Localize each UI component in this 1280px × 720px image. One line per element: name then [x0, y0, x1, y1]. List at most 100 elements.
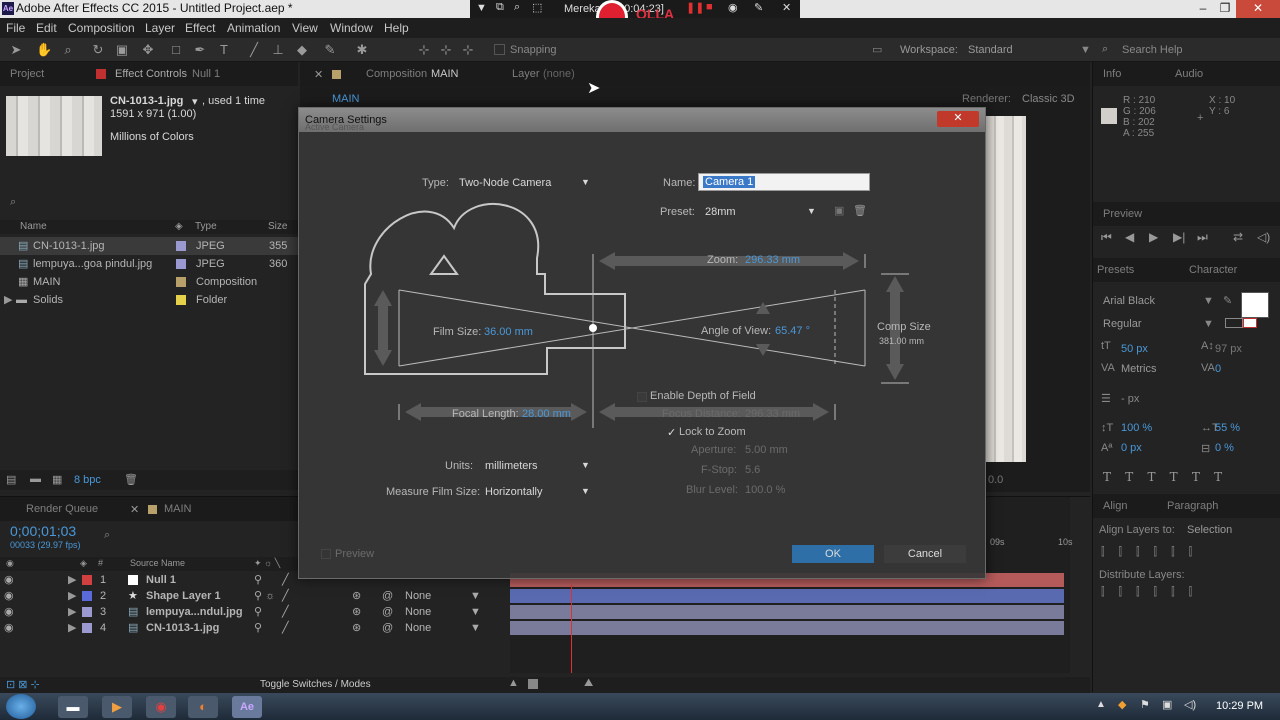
next-frame-icon[interactable]: ▶|: [1173, 230, 1185, 244]
col-name[interactable]: Name: [20, 221, 47, 232]
tab-presets[interactable]: Presets: [1097, 264, 1134, 276]
local-axis-icon[interactable]: ⊹: [416, 42, 432, 58]
zoom-tool-icon[interactable]: ⌕: [60, 42, 76, 58]
menu-composition[interactable]: Composition: [68, 21, 135, 35]
font-size-value[interactable]: 50 px: [1121, 343, 1148, 355]
interpret-footage-icon[interactable]: ▤: [6, 473, 16, 486]
parent-pickwhip-icon[interactable]: @: [382, 619, 393, 637]
play-icon[interactable]: ▶: [1149, 230, 1158, 244]
selection-tool-icon[interactable]: ➤: [8, 42, 24, 58]
pen-icon[interactable]: ✎: [754, 1, 763, 14]
film-size-value[interactable]: 36.00 mm: [484, 326, 533, 338]
dof-checkbox[interactable]: [637, 392, 647, 402]
col-size[interactable]: Size: [268, 221, 287, 232]
dropdown-icon[interactable]: ▼: [476, 2, 487, 14]
last-frame-icon[interactable]: ⏭: [1197, 230, 1208, 245]
list-item[interactable]: ▤ CN-1013-1.jpg JPEG 355: [0, 237, 298, 255]
name-input[interactable]: Camera 1: [698, 173, 870, 191]
footer-icons[interactable]: ⊡ ⊠ ⊹: [6, 678, 40, 691]
tab-main[interactable]: MAIN: [164, 503, 192, 515]
window-icon[interactable]: ⧉: [496, 1, 504, 14]
stop-icon[interactable]: ■: [706, 1, 713, 13]
no-stroke-icon[interactable]: [1243, 318, 1257, 328]
tab-layer[interactable]: Layer: [512, 68, 540, 80]
tsume-value[interactable]: 0 %: [1215, 442, 1234, 454]
tab-render-queue[interactable]: Render Queue: [26, 503, 98, 515]
first-frame-icon[interactable]: ⏮: [1101, 230, 1112, 245]
quality-icon[interactable]: ╱: [282, 619, 289, 637]
chevron-down-icon[interactable]: ▼: [470, 619, 481, 637]
tab-audio[interactable]: Audio: [1175, 68, 1203, 80]
media-player-icon[interactable]: ▶: [102, 696, 132, 718]
fill-color-swatch[interactable]: [1241, 292, 1269, 318]
toggle-switches-modes[interactable]: Toggle Switches / Modes: [260, 679, 371, 690]
layer-bar-image-3[interactable]: [510, 605, 1064, 619]
3d-layer-icon[interactable]: ⊛: [352, 619, 361, 637]
eyedropper-icon[interactable]: ✎: [1223, 294, 1232, 307]
angle-of-view-value[interactable]: 65.47 °: [775, 325, 810, 337]
tray-expand-icon[interactable]: ▲: [1096, 699, 1106, 710]
recorder-close-icon[interactable]: ✕: [782, 1, 791, 14]
stroke-color-swatch[interactable]: [1225, 318, 1243, 328]
audio-icon[interactable]: ◁): [1257, 230, 1270, 244]
pan-behind-tool-icon[interactable]: ✥: [140, 42, 156, 58]
menu-layer[interactable]: Layer: [145, 21, 175, 35]
chevron-down-icon[interactable]: ▼: [581, 460, 590, 470]
preview-checkbox[interactable]: [321, 549, 331, 559]
col-type[interactable]: Type: [195, 221, 217, 232]
pause-icon[interactable]: ❚❚: [686, 1, 704, 14]
tab-info[interactable]: Info: [1103, 68, 1121, 80]
tab-paragraph[interactable]: Paragraph: [1167, 500, 1218, 512]
chevron-down-icon[interactable]: ▼: [1203, 318, 1214, 330]
camera-icon[interactable]: ◉: [728, 1, 738, 14]
vertical-scale-value[interactable]: 100 %: [1121, 422, 1152, 434]
distribute-buttons[interactable]: ⫿⫿⫿⫿⫿⫿: [1101, 586, 1206, 599]
volume-icon[interactable]: ◁): [1184, 698, 1196, 711]
chevron-down-icon[interactable]: ▼: [1080, 44, 1091, 56]
brush-tool-icon[interactable]: ╱: [246, 42, 262, 58]
zoom-in-icon[interactable]: ⛰: [584, 677, 593, 690]
workspace-select[interactable]: Standard: [968, 44, 1013, 56]
crop-icon[interactable]: ⬚: [532, 1, 542, 14]
eye-icon[interactable]: ◉: [4, 619, 14, 637]
chevron-down-icon[interactable]: ▼: [581, 177, 590, 187]
bpc-label[interactable]: 8 bpc: [74, 474, 101, 486]
menu-edit[interactable]: Edit: [36, 21, 57, 35]
table-row[interactable]: ◉ ▶ 4 ▤ CN-1013-1.jpg ⚲ ╱ ⊛ @ None ▼: [0, 619, 505, 637]
layer-bar-image-4[interactable]: [510, 621, 1064, 635]
puppet-tool-icon[interactable]: ✱: [354, 42, 370, 58]
search-icon[interactable]: ⌕: [104, 529, 110, 542]
current-timecode[interactable]: 0;00;01;03: [10, 523, 76, 539]
new-comp-icon[interactable]: ▦: [52, 473, 62, 486]
shy-icon[interactable]: ⚲: [254, 619, 262, 637]
leading-value[interactable]: 97 px: [1215, 343, 1242, 355]
tab-preview[interactable]: Preview: [1103, 208, 1142, 220]
align-buttons[interactable]: ⫿⫿⫿⫿⫿⫿: [1101, 546, 1206, 559]
tracking-value[interactable]: 0: [1215, 363, 1221, 375]
maximize-button[interactable]: ❐: [1212, 0, 1238, 18]
menu-window[interactable]: Window: [330, 21, 373, 35]
menu-file[interactable]: File: [6, 21, 25, 35]
parent-select[interactable]: None: [405, 619, 431, 637]
cancel-button[interactable]: Cancel: [884, 545, 966, 563]
search-help-input[interactable]: Search Help: [1122, 44, 1183, 56]
chevron-down-icon[interactable]: ▼: [581, 486, 590, 496]
type-tool-icon[interactable]: T: [216, 42, 232, 58]
explorer-icon[interactable]: ▬: [58, 696, 88, 718]
text-style-buttons[interactable]: TTTTTT: [1103, 470, 1236, 484]
network-icon[interactable]: ▣: [1162, 698, 1172, 711]
font-family-select[interactable]: Arial Black: [1103, 295, 1155, 307]
view-axis-icon[interactable]: ⊹: [460, 42, 476, 58]
menu-help[interactable]: Help: [384, 21, 409, 35]
renderer-value[interactable]: Classic 3D: [1022, 93, 1075, 105]
tab-align[interactable]: Align: [1103, 500, 1127, 512]
expand-arrow-icon[interactable]: ▶: [4, 291, 12, 309]
breadcrumb[interactable]: MAIN: [332, 93, 360, 105]
tab-effect-controls[interactable]: Effect Controls: [115, 68, 187, 80]
layer-bar-shape[interactable]: [510, 589, 1064, 603]
zoom-out-icon[interactable]: ▲: [508, 677, 519, 689]
align-to-select[interactable]: Selection: [1187, 524, 1232, 536]
close-icon[interactable]: ✕: [314, 68, 323, 81]
start-button[interactable]: [6, 694, 36, 719]
hand-tool-icon[interactable]: ✋: [36, 42, 52, 58]
